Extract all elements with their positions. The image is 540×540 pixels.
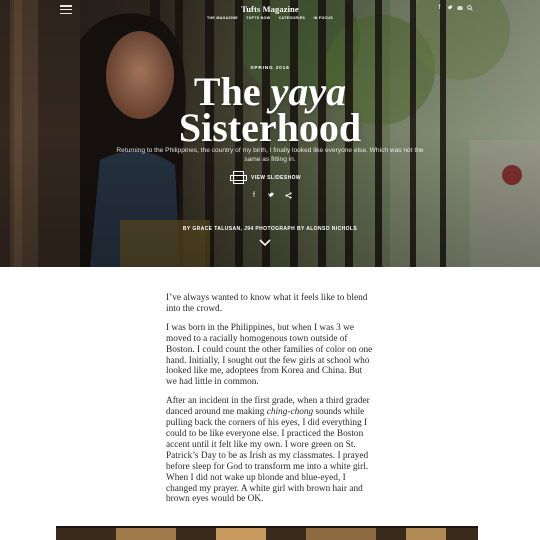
twitter-icon[interactable]: [267, 192, 275, 201]
email-icon[interactable]: [457, 5, 463, 11]
share-links: f: [250, 192, 292, 201]
top-bar: Tufts Magazine THE MAGAZINE TUFTS NOW CA…: [0, 0, 540, 28]
chevron-down-icon[interactable]: [259, 239, 271, 247]
byline: BY GRACE TALUSAN, J94 PHOTOGRAPH BY ALON…: [182, 226, 358, 232]
facebook-icon[interactable]: f: [437, 5, 442, 11]
nav-item-in-focus[interactable]: IN FOCUS: [313, 16, 333, 20]
nav-item-categories[interactable]: CATEGORIES: [279, 16, 306, 20]
article-dek: Returning to the Philippines, the countr…: [116, 147, 424, 164]
nav-item-the-magazine[interactable]: THE MAGAZINE: [207, 16, 238, 20]
article-paragraph: After an incident in the first grade, wh…: [166, 396, 370, 505]
title-word-sisterhood: Sisterhood: [178, 105, 362, 150]
inline-photo: [56, 526, 478, 540]
header-social-links: f: [437, 5, 473, 11]
hero-section: Tufts Magazine THE MAGAZINE TUFTS NOW CA…: [0, 0, 540, 267]
facebook-icon[interactable]: f: [250, 192, 258, 201]
twitter-icon[interactable]: [447, 5, 453, 11]
slideshow-icon: [230, 171, 247, 184]
main-nav: THE MAGAZINE TUFTS NOW CATEGORIES IN FOC…: [0, 16, 540, 20]
emphasis: ching-chong: [266, 407, 314, 418]
view-slideshow-button[interactable]: VIEW SLIDESHOW: [230, 171, 302, 184]
nav-item-tufts-now[interactable]: TUFTS NOW: [246, 16, 270, 20]
share-icon[interactable]: [284, 192, 292, 201]
article-paragraph: I’ve always wanted to know what it feels…: [166, 293, 368, 314]
slideshow-label: VIEW SLIDESHOW: [251, 174, 302, 181]
article-title: The yaya Sisterhood: [0, 66, 540, 148]
article-paragraph: I was born in the Philippines, but when …: [166, 322, 373, 388]
search-icon[interactable]: [467, 5, 473, 11]
article-body: I’ve always wanted to know what it feels…: [166, 293, 374, 513]
